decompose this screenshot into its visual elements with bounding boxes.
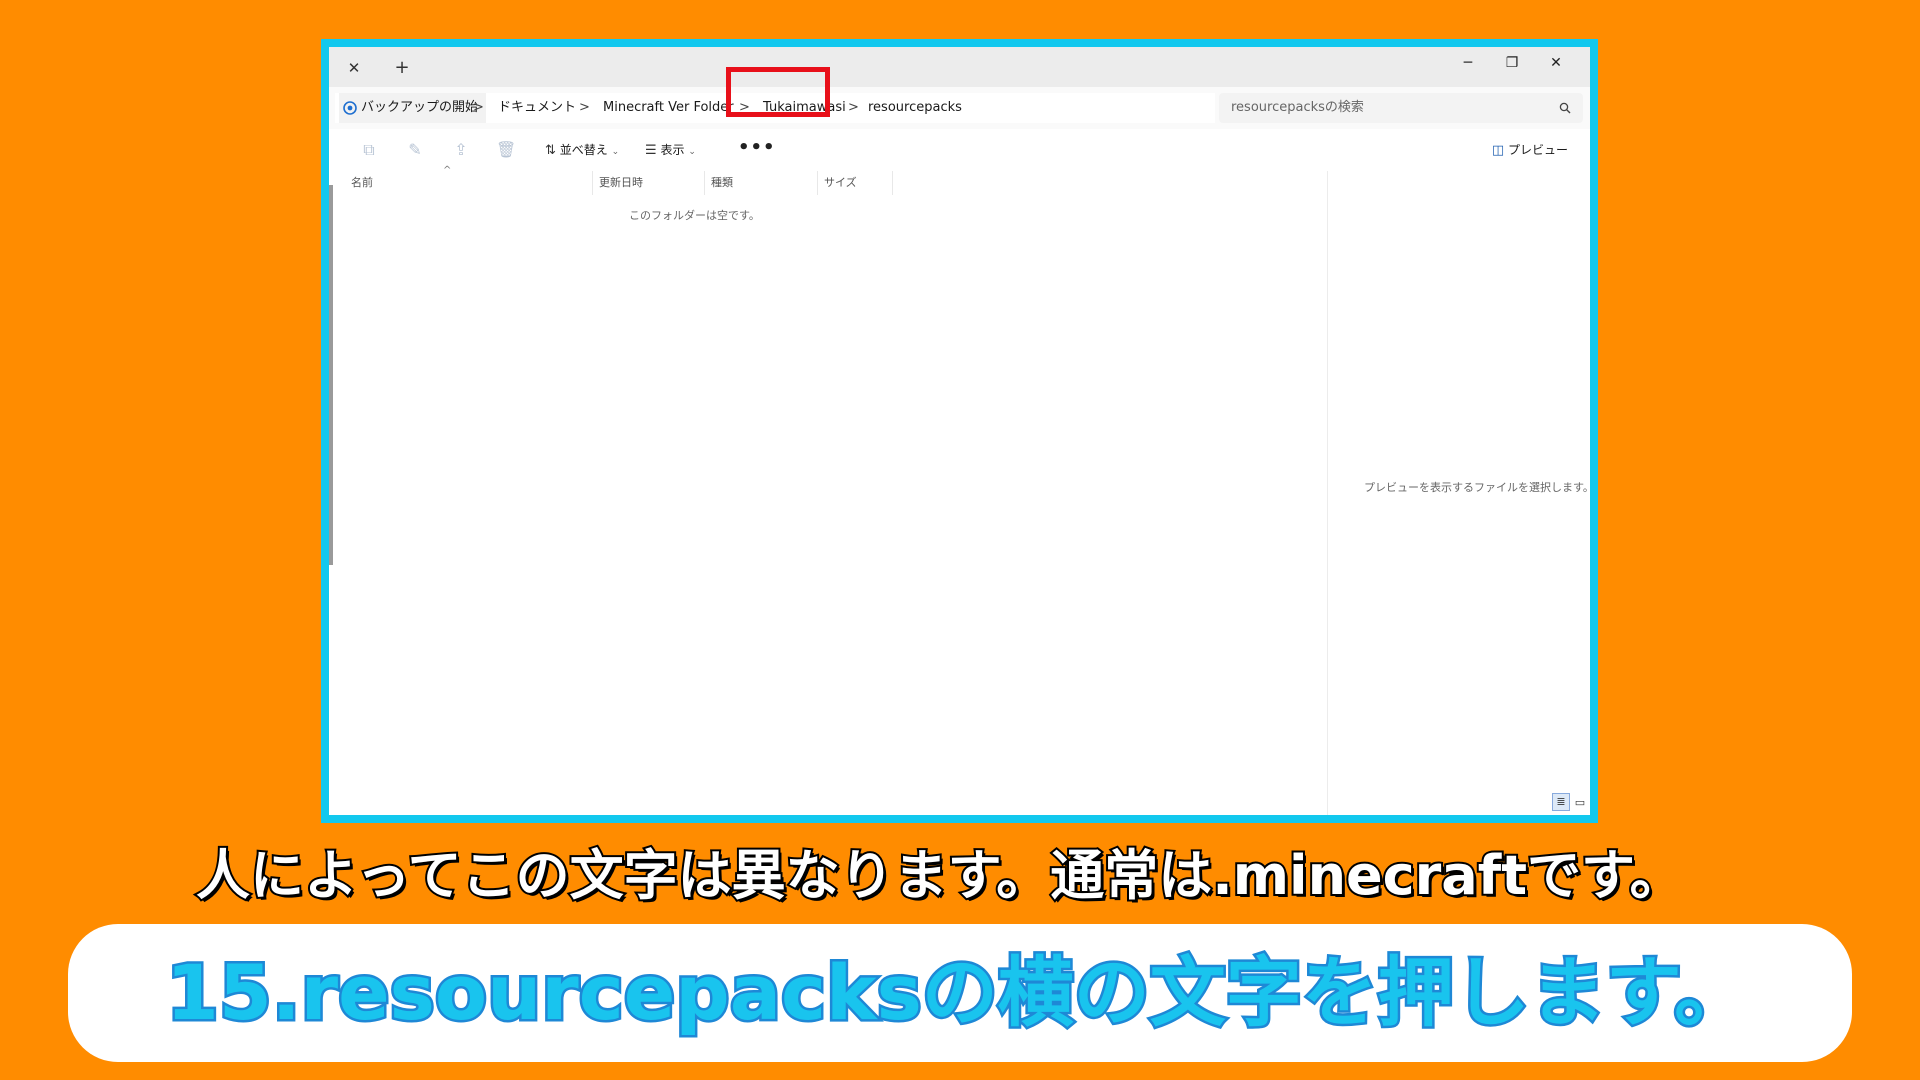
- close-window-button[interactable]: ✕: [1534, 47, 1578, 79]
- column-type[interactable]: 種類: [704, 171, 817, 195]
- column-name[interactable]: 名前: [345, 171, 592, 195]
- column-header: 名前 ^ 更新日時 種類 サイズ: [333, 165, 1141, 195]
- delete-icon[interactable]: 🗑: [496, 140, 516, 160]
- view-button[interactable]: ☰ 表示 ⌄: [645, 129, 696, 171]
- highlight-box: [726, 67, 830, 117]
- chevron-down-icon: ⌄: [688, 147, 696, 157]
- sort-label: 並べ替え: [559, 143, 608, 157]
- preview-pane-button[interactable]: ◫ プレビュー: [1492, 129, 1568, 171]
- chevron-down-icon: ⌄: [611, 147, 620, 157]
- sort-icon: ⇅: [545, 143, 556, 158]
- search-placeholder: resourcepacksの検索: [1231, 100, 1364, 115]
- preview-label: プレビュー: [1507, 143, 1568, 157]
- command-bar: ⧉ ✎ ⇪ 🗑 ⇅ 並べ替え ⌄ ☰ 表示 ⌄ ••• ◫ プレビュー: [329, 129, 1590, 172]
- sort-ascending-icon: ^: [443, 165, 452, 176]
- chevron-right-icon[interactable]: >: [473, 93, 484, 123]
- preview-pane-icon: ◫: [1491, 143, 1505, 158]
- column-date-modified[interactable]: 更新日時: [592, 171, 704, 195]
- new-tab-button[interactable]: +: [387, 53, 417, 83]
- search-input[interactable]: resourcepacksの検索: [1219, 93, 1583, 123]
- navigation-pane-edge[interactable]: [329, 185, 333, 565]
- file-list-area: 名前 ^ 更新日時 種類 サイズ このフォルダーは空です。 プレビューを表示する…: [329, 165, 1594, 815]
- step-caption-box: 15.resourcepacksの横の文字を押します。: [68, 924, 1852, 1062]
- note-caption: 人によってこの文字は異なります。通常は.minecraftです。: [194, 842, 1686, 909]
- tab-bar: ✕ + ─ ❐ ✕: [329, 47, 1590, 87]
- search-icon: [1559, 102, 1571, 114]
- sort-button[interactable]: ⇅ 並べ替え ⌄: [545, 129, 619, 171]
- preview-pane: プレビューを表示するファイルを選択します。: [1327, 171, 1594, 815]
- breadcrumb-documents[interactable]: ドキュメント: [498, 93, 576, 123]
- large-icons-view-icon[interactable]: ▭: [1572, 795, 1588, 811]
- copy-icon[interactable]: ⧉: [359, 140, 379, 160]
- breadcrumb-resourcepacks[interactable]: resourcepacks: [868, 93, 962, 123]
- preview-message: プレビューを表示するファイルを選択します。: [1364, 481, 1594, 494]
- details-view-icon[interactable]: ≣: [1552, 793, 1570, 811]
- address-bar: バックアップの開始 > ドキュメント > Minecraft Ver Folde…: [329, 87, 1590, 129]
- column-size[interactable]: サイズ: [817, 171, 893, 195]
- empty-folder-message: このフォルダーは空です。: [629, 209, 760, 222]
- chevron-right-icon[interactable]: >: [579, 93, 590, 123]
- file-explorer-window: ✕ + ─ ❐ ✕ バックアップの開始 > ドキュメント > Minecraft…: [321, 39, 1598, 823]
- rename-icon[interactable]: ✎: [405, 140, 425, 160]
- breadcrumb-minecraft-ver-folder[interactable]: Minecraft Ver Folder: [603, 93, 734, 123]
- breadcrumb-label: バックアップの開始: [361, 100, 479, 115]
- breadcrumb-backup[interactable]: バックアップの開始: [339, 93, 487, 123]
- chevron-right-icon[interactable]: >: [848, 93, 859, 123]
- maximize-button[interactable]: ❐: [1490, 47, 1534, 79]
- view-label: 表示: [660, 143, 685, 157]
- minimize-button[interactable]: ─: [1446, 47, 1490, 79]
- view-list-icon: ☰: [645, 143, 657, 158]
- more-options-button[interactable]: •••: [738, 129, 776, 171]
- share-icon[interactable]: ⇪: [451, 140, 471, 160]
- step-caption: 15.resourcepacksの横の文字を押します。: [164, 946, 1753, 1040]
- close-tab-icon[interactable]: ✕: [339, 53, 369, 83]
- cloud-backup-icon: [343, 101, 357, 115]
